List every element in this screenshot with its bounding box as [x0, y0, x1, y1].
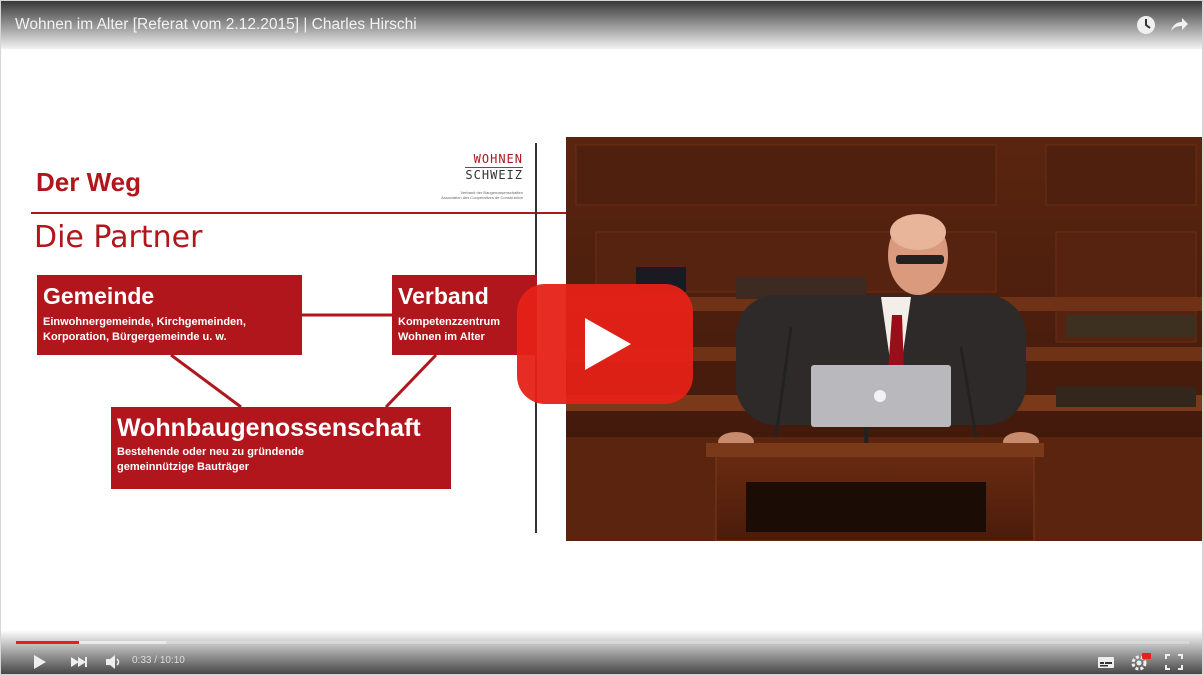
fullscreen-button[interactable]: [1164, 653, 1184, 671]
volume-button[interactable]: [104, 653, 124, 671]
next-icon: [71, 657, 87, 667]
play-icon: [34, 655, 46, 669]
play-button[interactable]: [32, 653, 48, 671]
partner-desc-line2: gemeinnützige Bauträger: [117, 461, 250, 473]
video-title-link[interactable]: Wohnen im Alter [Referat vom 2.12.2015] …: [15, 16, 417, 34]
partner-box-gemeinde: Gemeinde Einwohnergemeinde, Kirchgemeind…: [37, 275, 302, 355]
next-button[interactable]: [69, 653, 89, 671]
partner-desc-line1: Bestehende oder neu zu gründende: [117, 446, 305, 458]
partner-desc-line2: Korporation, Bürgergemeinde u. w.: [43, 331, 227, 343]
subtitles-button[interactable]: [1097, 653, 1115, 671]
volume-icon: [106, 655, 120, 669]
time-duration: 10:10: [159, 655, 185, 666]
partner-desc-line2: Wohnen im Alter: [398, 331, 485, 343]
connector-gemeinde-genossenschaft: [170, 353, 242, 409]
partner-desc-line1: Kompetenzzentrum: [398, 316, 501, 328]
progress-bar[interactable]: [16, 641, 1189, 644]
share-arrow-icon[interactable]: [1168, 14, 1190, 36]
gear-icon: [1131, 653, 1151, 671]
fullscreen-icon: [1165, 654, 1183, 670]
title-bar: Wohnen im Alter [Referat vom 2.12.2015] …: [1, 1, 1202, 49]
subtitles-icon: [1098, 657, 1114, 668]
time-separator: /: [151, 655, 160, 666]
partner-title: Wohnbaugenossenschaft: [117, 414, 421, 442]
video-player[interactable]: Der Weg Die Partner WOHNEN SCHWEIZ Verba…: [0, 0, 1203, 675]
partner-desc-line1: Einwohnergemeinde, Kirchgemeinden,: [43, 316, 246, 328]
partner-title: Verband: [398, 283, 489, 309]
big-play-button[interactable]: [517, 284, 693, 404]
partner-box-verband: Verband Kompetenzzentrum Wohnen im Alter: [392, 275, 537, 355]
youtube-play-icon: [517, 284, 693, 404]
progress-played: [16, 641, 80, 644]
connector-verband-genossenschaft: [384, 353, 438, 409]
time-current: 0:33: [132, 655, 152, 666]
player-controls: [1, 630, 1202, 674]
settings-button[interactable]: [1130, 653, 1152, 671]
presentation-slide: Der Weg Die Partner WOHNEN SCHWEIZ Verba…: [1, 49, 566, 589]
time-display: 0:33 / 10:10: [132, 655, 185, 666]
partner-title: Gemeinde: [43, 283, 155, 309]
partner-box-wohnbaugenossenschaft: Wohnbaugenossenschaft Bestehende oder ne…: [111, 407, 451, 489]
clock-icon[interactable]: [1135, 14, 1157, 36]
